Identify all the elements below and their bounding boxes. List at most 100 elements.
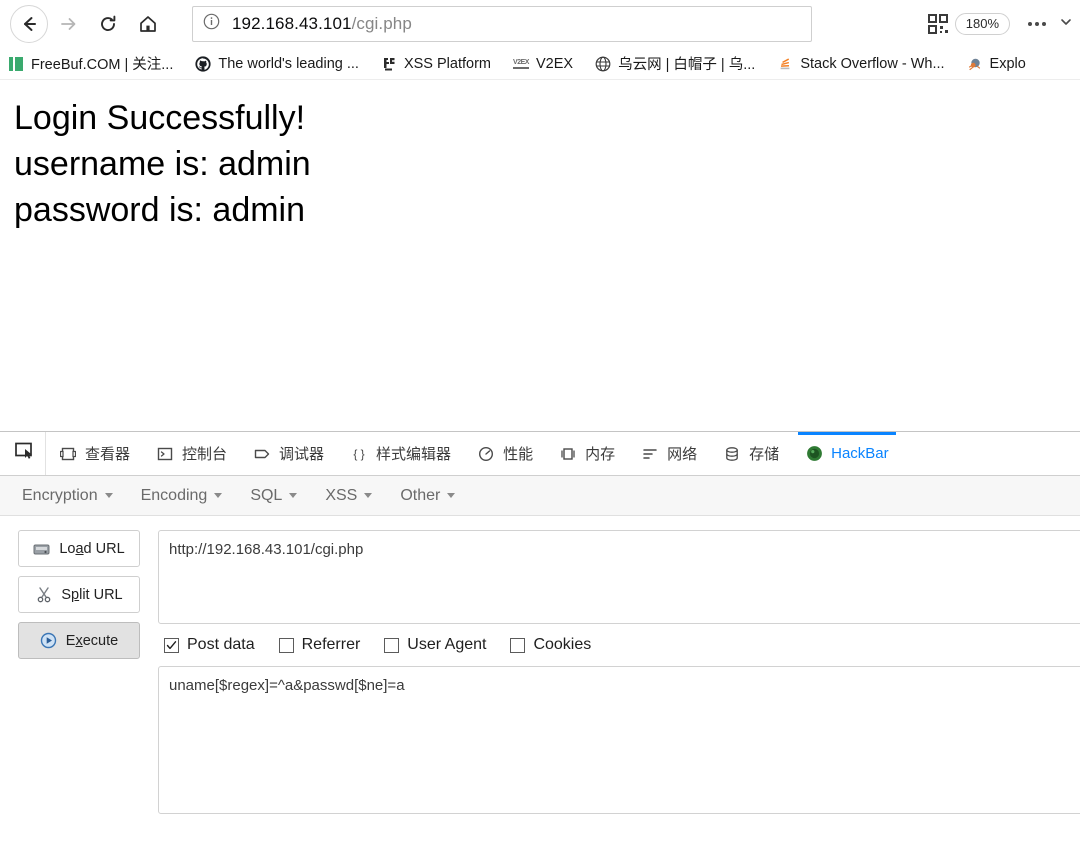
execute-label: Execute <box>65 632 119 649</box>
hackbar-menu-label: XSS <box>325 486 358 504</box>
split-url-label: Split URL <box>61 586 123 603</box>
chevron-down-icon <box>104 493 113 498</box>
network-icon <box>641 445 659 463</box>
stackoverflow-favicon <box>777 56 793 72</box>
url-path: /cgi.php <box>351 14 412 33</box>
chevron-down-icon[interactable] <box>1060 15 1072 33</box>
qr-code-icon[interactable] <box>927 13 949 35</box>
checkbox-label: Post data <box>187 636 255 653</box>
bookmark-label: FreeBuf.COM | 关注... <box>31 57 174 73</box>
execute-button[interactable]: Execute <box>18 622 140 659</box>
address-bar-text: 192.168.43.101/cgi.php <box>232 14 412 34</box>
page-line-username: username is: admin <box>14 145 311 183</box>
hackbar-menu-label: Other <box>400 486 441 504</box>
checkbox-box[interactable] <box>510 637 526 653</box>
info-icon[interactable] <box>203 13 220 35</box>
reload-button[interactable] <box>88 4 128 44</box>
load-url-button[interactable]: Load URL <box>18 530 140 567</box>
back-button[interactable] <box>10 5 48 43</box>
console-icon <box>156 445 174 463</box>
bookmark-freebuf[interactable]: FreeBuf.COM | 关注... <box>8 53 173 74</box>
element-picker-icon <box>14 442 35 465</box>
page-line-title: Login Successfully! <box>14 99 306 137</box>
checkbox-label: Cookies <box>533 636 592 653</box>
arrow-right-icon <box>58 14 78 34</box>
chevron-down-icon <box>364 493 373 498</box>
bookmark-label: Explo <box>989 55 1026 72</box>
checkbox-box[interactable] <box>384 637 400 653</box>
hackbar-menu-label: Encryption <box>22 486 98 504</box>
checkbox-label: Referrer <box>301 636 361 653</box>
hackbar-option-checkboxes: Post data Referrer User Agent Cookies <box>158 624 1080 666</box>
devtools-tab-console[interactable]: 控制台 <box>143 432 240 475</box>
load-url-icon <box>33 540 51 558</box>
devtools-tab-hackbar[interactable]: HackBar <box>792 432 902 475</box>
wooyun-favicon <box>595 56 611 72</box>
hackbar-menu-encryption[interactable]: Encryption <box>14 483 125 509</box>
xss-platform-favicon <box>381 56 397 72</box>
inspector-icon <box>59 445 77 463</box>
devtools-tab-label: 调试器 <box>279 446 325 463</box>
home-icon <box>138 14 158 34</box>
chevron-down-icon <box>214 493 223 498</box>
debugger-icon <box>253 445 271 463</box>
devtools-tab-storage[interactable]: 存储 <box>710 432 792 475</box>
bookmark-label: XSS Platform <box>403 55 491 72</box>
devtools-panel: 查看器 控制台 调试器 { } 样式编辑器 性能 内存 网络 存储 HackBa… <box>0 431 1080 849</box>
bookmark-github[interactable]: The world's leading ... <box>195 56 359 72</box>
checkbox-cookies[interactable]: Cookies <box>510 636 591 654</box>
bookmark-label: V2EX <box>535 55 574 72</box>
post-data-textarea[interactable] <box>158 666 1080 814</box>
page-content: Login Successfully! username is: admin p… <box>0 81 1080 431</box>
hackbar-menu-sql[interactable]: SQL <box>242 483 309 509</box>
checkbox-referrer[interactable]: Referrer <box>278 636 361 654</box>
split-url-button[interactable]: Split URL <box>18 576 140 613</box>
home-button[interactable] <box>128 4 168 44</box>
url-host: 192.168.43.101 <box>232 14 352 33</box>
zoom-level-badge[interactable]: 180% <box>954 13 1010 35</box>
devtools-tab-network[interactable]: 网络 <box>628 432 710 475</box>
kebab-menu-icon[interactable] <box>1028 22 1046 26</box>
bookmark-xss-platform[interactable]: XSS Platform <box>381 56 491 72</box>
chevron-down-icon <box>289 493 298 498</box>
url-textarea[interactable] <box>158 530 1080 624</box>
bookmark-label: 乌云网 | 白帽子 | 乌... <box>618 57 756 73</box>
bookmark-v2ex[interactable]: V2EX V2EX <box>513 56 573 72</box>
hackbar-action-buttons: Load URL Split URL Execute <box>18 530 140 814</box>
address-bar[interactable]: 192.168.43.101/cgi.php <box>192 6 812 42</box>
bookmark-wooyun[interactable]: 乌云网 | 白帽子 | 乌... <box>595 53 755 74</box>
hackbar-menu-other[interactable]: Other <box>392 483 467 509</box>
v2ex-favicon: V2EX <box>513 56 529 72</box>
reload-icon <box>98 14 118 34</box>
devtools-tab-inspector[interactable]: 查看器 <box>46 432 143 475</box>
element-picker-button[interactable] <box>4 432 46 475</box>
svg-text:{ }: { } <box>353 447 364 461</box>
checkbox-box[interactable] <box>278 637 294 653</box>
hackbar-menu-encoding[interactable]: Encoding <box>133 483 235 509</box>
bookmark-stackoverflow[interactable]: Stack Overflow - Wh... <box>777 56 945 72</box>
devtools-tab-label: 存储 <box>749 446 780 463</box>
checkbox-post-data[interactable]: Post data <box>164 636 255 654</box>
navigation-toolbar: 192.168.43.101/cgi.php 180% <box>0 0 1080 48</box>
bookmark-exploitdb[interactable]: Explo <box>967 56 1026 72</box>
style-editor-icon: { } <box>350 445 368 463</box>
memory-icon <box>559 445 577 463</box>
performance-icon <box>477 445 495 463</box>
devtools-tab-label: 样式编辑器 <box>376 446 452 463</box>
devtools-tab-debugger[interactable]: 调试器 <box>240 432 337 475</box>
bookmark-label: The world's leading ... <box>218 55 359 72</box>
execute-icon <box>40 632 58 650</box>
chevron-down-icon <box>447 493 456 498</box>
checkbox-box[interactable] <box>164 637 179 653</box>
devtools-tab-memory[interactable]: 内存 <box>546 432 628 475</box>
arrow-left-icon <box>19 14 39 34</box>
split-url-icon <box>35 586 53 604</box>
devtools-tab-performance[interactable]: 性能 <box>464 432 546 475</box>
devtools-tabbar: 查看器 控制台 调试器 { } 样式编辑器 性能 内存 网络 存储 HackBa… <box>0 432 1080 476</box>
forward-button[interactable] <box>48 4 88 44</box>
devtools-tab-style-editor[interactable]: { } 样式编辑器 <box>337 432 464 475</box>
checkbox-user-agent[interactable]: User Agent <box>384 636 486 654</box>
page-line-password: password is: admin <box>14 191 306 229</box>
exploitdb-favicon <box>967 56 983 72</box>
hackbar-menu-xss[interactable]: XSS <box>317 483 384 509</box>
